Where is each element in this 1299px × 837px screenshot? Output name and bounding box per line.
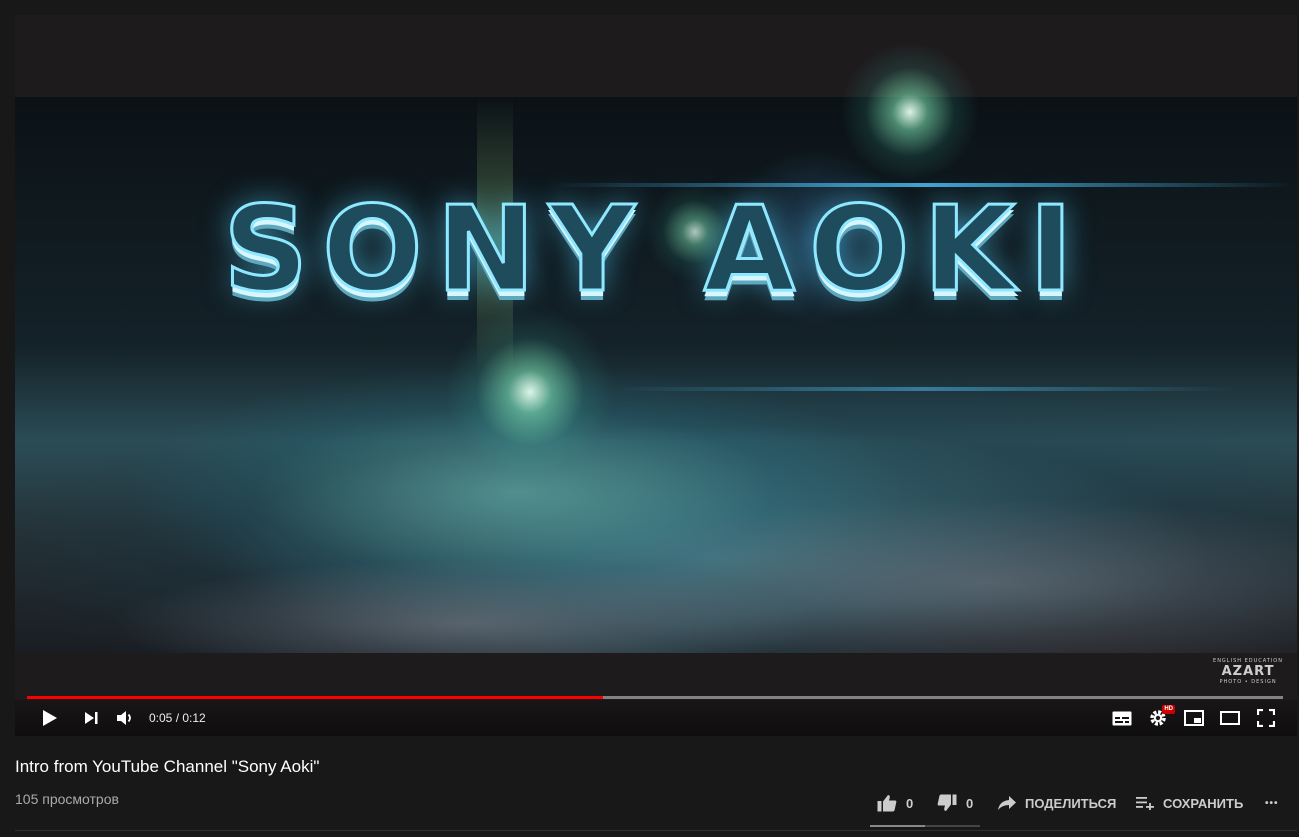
- save-button[interactable]: СОХРАНИТЬ: [1136, 790, 1243, 816]
- like-count: 0: [906, 795, 914, 811]
- sentiment-bar: [870, 825, 980, 827]
- lens-flare-decoration: [840, 42, 980, 182]
- share-button[interactable]: ПОДЕЛИТЬСЯ: [998, 790, 1116, 816]
- video-title: Intro from YouTube Channel "Sony Aoki": [15, 757, 320, 776]
- more-actions-button[interactable]: •••: [1265, 790, 1279, 816]
- theater-mode-button[interactable]: [1217, 700, 1243, 736]
- theater-icon: [1220, 711, 1240, 725]
- thumbs-up-icon: [877, 795, 897, 812]
- miniplayer-icon: [1184, 710, 1204, 726]
- fullscreen-icon: [1257, 709, 1275, 727]
- thumbs-down-icon: [937, 794, 957, 811]
- play-icon: [43, 710, 57, 726]
- volume-icon: [117, 711, 131, 725]
- watermark-name: AZART: [1221, 664, 1275, 679]
- sentiment-fill: [870, 825, 925, 827]
- play-button[interactable]: [37, 700, 63, 736]
- share-label: ПОДЕЛИТЬСЯ: [1025, 795, 1117, 811]
- fullscreen-button[interactable]: [1253, 700, 1279, 736]
- like-button[interactable]: 0: [877, 790, 913, 816]
- subtitles-button[interactable]: [1109, 700, 1135, 736]
- add-to-playlist-icon: [1136, 797, 1154, 810]
- progress-played: [27, 696, 603, 699]
- miniplayer-button[interactable]: [1181, 700, 1207, 736]
- video-player[interactable]: SONY AOKI ENGLISH EDUCATION AZART PHOTO …: [15, 15, 1297, 736]
- dislike-count: 0: [966, 795, 974, 811]
- watermark-sub-text: PHOTO • DESIGN: [1219, 679, 1277, 685]
- mute-button[interactable]: [113, 700, 137, 736]
- share-icon: [998, 796, 1016, 810]
- hd-badge: HD: [1162, 705, 1175, 714]
- player-controls: 0:05 / 0:12 HD: [15, 700, 1297, 736]
- settings-button[interactable]: HD: [1145, 700, 1175, 736]
- clouds-decoration: [15, 453, 1297, 653]
- divider: [15, 830, 1297, 831]
- video-logo-text: SONY AOKI: [222, 180, 1087, 318]
- next-button[interactable]: [79, 700, 103, 736]
- progress-bar[interactable]: [27, 696, 1283, 699]
- dislike-button[interactable]: 0: [937, 790, 973, 816]
- next-icon: [85, 712, 98, 724]
- view-count: 105 просмотров: [15, 791, 119, 807]
- save-label: СОХРАНИТЬ: [1163, 795, 1244, 811]
- time-display: 0:05 / 0:12: [149, 711, 206, 725]
- subtitles-icon: [1112, 711, 1132, 725]
- channel-watermark[interactable]: ENGLISH EDUCATION AZART PHOTO • DESIGN: [1213, 658, 1283, 685]
- lens-flare-decoration: [445, 307, 615, 477]
- more-icon: •••: [1265, 797, 1279, 809]
- lens-streak-decoration: [615, 387, 1235, 391]
